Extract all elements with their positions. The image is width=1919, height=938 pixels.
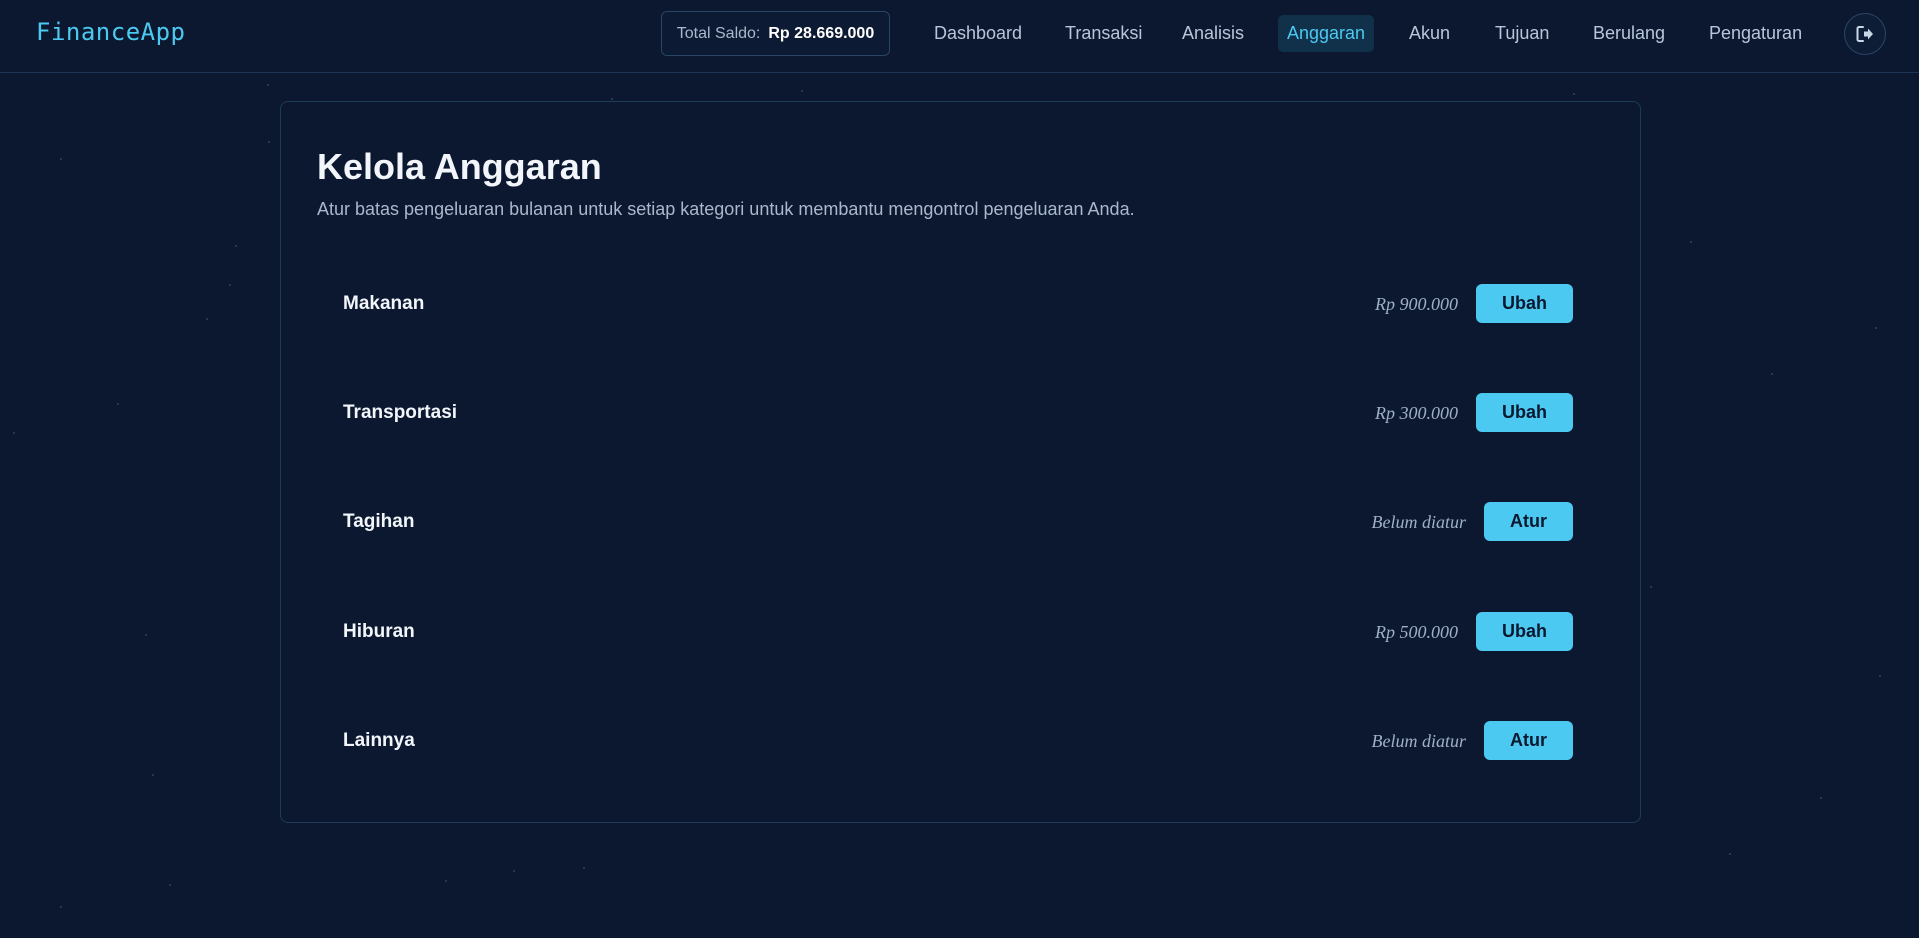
total-balance-label: Total Saldo: [676,24,761,42]
nav-analisis[interactable]: Analisis [1173,15,1253,52]
app-logo[interactable]: FinanceApp [36,18,186,46]
nav-tujuan[interactable]: Tujuan [1486,15,1558,52]
budget-amount: Belum diatur [1371,731,1467,751]
budget-category: Tagihan [343,511,415,532]
set-budget-button[interactable]: Atur [1484,502,1573,541]
nav-akun[interactable]: Akun [1400,15,1459,52]
budget-row: Tagihan Belum diatur Atur [307,487,1597,557]
edit-budget-button[interactable]: Ubah [1476,393,1573,432]
logout-button[interactable] [1844,13,1886,55]
budget-amount: Belum diatur [1371,512,1467,532]
nav-anggaran[interactable]: Anggaran [1278,15,1375,52]
top-navigation-bar: FinanceApp Total Saldo: Rp 28.669.000 Da… [0,0,1919,73]
budget-category: Hiburan [343,621,415,642]
edit-budget-button[interactable]: Ubah [1476,612,1573,651]
total-balance-badge: Total Saldo: Rp 28.669.000 [661,11,890,56]
budget-row: Transportasi Rp 300.000 Ubah [307,378,1597,448]
budget-amount: Rp 900.000 [1375,294,1458,314]
set-budget-button[interactable]: Atur [1484,721,1573,760]
page-subtitle: Atur batas pengeluaran bulanan untuk set… [317,199,1135,219]
budget-category: Makanan [343,293,425,314]
total-balance-value: Rp 28.669.000 [768,24,875,42]
nav-pengaturan[interactable]: Pengaturan [1700,15,1811,52]
nav-dashboard[interactable]: Dashboard [925,15,1031,52]
budget-row: Hiburan Rp 500.000 Ubah [307,597,1597,667]
page-title: Kelola Anggaran [317,146,602,187]
budget-row: Lainnya Belum diatur Atur [307,706,1597,776]
budget-category: Transportasi [343,402,458,423]
budget-category: Lainnya [343,730,415,751]
budget-row: Makanan Rp 900.000 Ubah [307,269,1597,339]
nav-transaksi[interactable]: Transaksi [1056,15,1151,52]
budget-card: Kelola Anggaran Atur batas pengeluaran b… [280,101,1641,823]
logout-icon [1856,26,1873,42]
edit-budget-button[interactable]: Ubah [1476,284,1573,323]
nav-berulang[interactable]: Berulang [1584,15,1674,52]
budget-amount: Rp 500.000 [1375,622,1458,642]
budget-amount: Rp 300.000 [1375,403,1458,423]
